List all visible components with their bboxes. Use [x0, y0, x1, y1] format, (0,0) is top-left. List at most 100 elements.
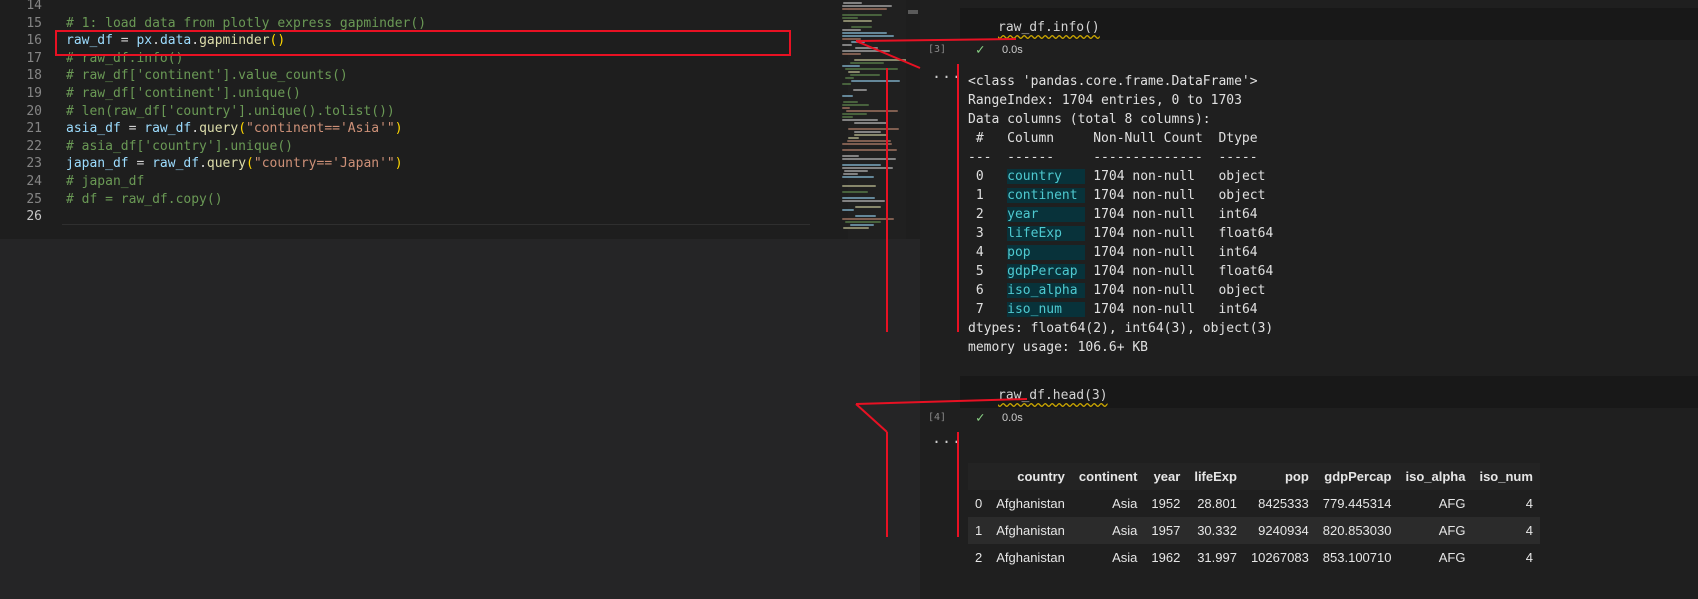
minimap-line	[842, 5, 892, 7]
cell-source[interactable]: raw_df.head(3)	[998, 388, 1108, 403]
column-info-row: 1 continent 1704 non-null object	[968, 186, 1273, 205]
editor-scrollbar[interactable]	[906, 0, 920, 239]
cell-source-text: raw_df.head(3)	[998, 388, 1108, 403]
minimap-line	[846, 110, 898, 112]
minimap-line	[854, 122, 887, 124]
table-body: 0 Afghanistan Asia 1952 28.801 8425333 779.445…	[968, 490, 1540, 571]
code-line[interactable]: 21 asia_df = raw_df.query("continent=='As…	[0, 119, 800, 138]
check-icon: ✓	[976, 42, 985, 58]
minimap-line	[848, 128, 899, 130]
notebook-pane[interactable]: raw_df.info() [3] ✓ 0.0s ··· <class 'pan…	[920, 0, 1698, 599]
cell-source-text: raw_df.info()	[998, 20, 1100, 35]
table-cell: Asia	[1071, 517, 1145, 544]
minimap-line	[851, 80, 900, 82]
annotation-highlight-box	[55, 30, 791, 56]
code-cell-info[interactable]: raw_df.info()	[960, 8, 1698, 44]
table-cell: Afghanistan	[989, 517, 1072, 544]
editor-empty-area	[0, 239, 920, 599]
line-number: 18	[26, 68, 42, 84]
dtype: object	[1218, 169, 1266, 184]
line-number: 26	[26, 209, 42, 225]
code-token: .	[199, 156, 207, 172]
output-line: memory usage: 106.6+ KB	[968, 340, 1149, 355]
non-null-count: 1704 non-null	[1085, 169, 1219, 184]
code-token: raw_df	[144, 121, 192, 137]
code-text[interactable]: asia_df = raw_df.query("continent=='Asia…	[66, 119, 403, 138]
table-cell: Asia	[1112, 496, 1138, 511]
dtype: int64	[1218, 207, 1258, 222]
minimap-line	[842, 143, 892, 145]
dtype: object	[1218, 188, 1266, 203]
minimap-line	[842, 218, 894, 220]
info-output: <class 'pandas.core.frame.DataFrame'> Ran…	[968, 72, 1273, 357]
column-header: continent	[1071, 463, 1145, 490]
non-null-count: 1704 non-null	[1085, 245, 1219, 260]
column-index: 0	[968, 169, 1008, 184]
code-line[interactable]: 19 # raw_df['continent'].unique()	[0, 84, 800, 103]
dtype: int64	[1218, 245, 1258, 260]
column-name: country	[1007, 169, 1086, 184]
code-line[interactable]: 24 # japan_df	[0, 172, 800, 191]
line-number: 23	[26, 156, 42, 172]
code-line[interactable]: 25 # df = raw_df.copy()	[0, 190, 800, 209]
code-cell-head[interactable]: raw_df.head(3)	[960, 376, 1698, 412]
code-token: query	[206, 156, 247, 172]
table-cell: 1957	[1144, 517, 1188, 544]
code-token: query	[199, 121, 239, 137]
scrollbar-thumb[interactable]	[908, 10, 918, 14]
table-cell: 0	[975, 496, 983, 511]
column-name: year	[1007, 207, 1086, 222]
output-line: --- ------ -------------- -----	[968, 150, 1274, 165]
non-null-count: 1704 non-null	[1085, 226, 1219, 241]
code-line[interactable]: 23 japan_df = raw_df.query("country=='Jap…	[0, 154, 800, 173]
column-info-row: 0 country 1704 non-null object	[968, 167, 1273, 186]
minimap-line	[843, 227, 869, 229]
execution-count: [4]	[928, 412, 947, 423]
code-text[interactable]: # raw_df['continent'].unique()	[66, 84, 301, 103]
code-text[interactable]: # japan_df	[66, 172, 144, 191]
code-text[interactable]: # len(raw_df['country'].unique().tolist(…	[66, 102, 395, 121]
code-line[interactable]: 22 # asia_df['country'].unique()	[0, 137, 800, 156]
non-null-count: 1704 non-null	[1085, 283, 1219, 298]
minimap[interactable]	[804, 0, 908, 239]
code-token: (	[238, 121, 247, 137]
minimap-line	[855, 47, 878, 49]
minimap-line	[854, 59, 908, 61]
column-index: 5	[968, 264, 1008, 279]
code-token: # japan_df	[66, 174, 145, 189]
minimap-line	[842, 200, 885, 202]
column-index: 3	[968, 226, 1008, 241]
column-info-row: 2 year 1704 non-null int64	[968, 205, 1273, 224]
minimap-line	[855, 215, 876, 217]
minimap-line	[842, 35, 894, 37]
minimap-line	[842, 14, 882, 16]
code-token: (	[246, 156, 254, 172]
code-text[interactable]: # raw_df['continent'].value_counts()	[66, 66, 348, 85]
minimap-line	[854, 131, 881, 133]
code-text[interactable]: # asia_df['country'].unique()	[66, 137, 293, 156]
code-token: # raw_df['continent'].unique()	[66, 86, 301, 101]
output-line: # Column Non-Null Count Dtype	[968, 131, 1274, 146]
cell-source[interactable]: raw_df.info()	[998, 20, 1100, 35]
minimap-line	[842, 113, 867, 115]
minimap-line	[842, 44, 852, 46]
minimap-line	[843, 20, 872, 22]
check-icon: ✓	[976, 410, 985, 426]
column-header: country	[989, 463, 1072, 490]
code-line[interactable]: 18 # raw_df['continent'].value_counts()	[0, 66, 800, 85]
code-editor[interactable]: 14 15 # 1: load data from plotly express g…	[0, 0, 920, 246]
column-header: iso_num	[1472, 463, 1540, 490]
line-number: 20	[26, 103, 42, 119]
minimap-line	[844, 170, 868, 172]
dtype: int64	[1218, 302, 1258, 317]
column-info-row: 5 gdpPercap 1704 non-null float64	[968, 262, 1273, 281]
execution-count: [3]	[928, 44, 947, 55]
minimap-line	[848, 137, 859, 139]
minimap-line	[850, 62, 884, 64]
code-line[interactable]: 20 # len(raw_df['country'].unique().tolis…	[0, 102, 800, 121]
code-text[interactable]: # df = raw_df.copy()	[66, 190, 223, 209]
code-text[interactable]: japan_df = raw_df.query("country=='Japan…	[66, 154, 403, 173]
minimap-line	[842, 107, 850, 109]
table-cell: 8425333	[1258, 496, 1309, 511]
minimap-line	[842, 53, 861, 55]
